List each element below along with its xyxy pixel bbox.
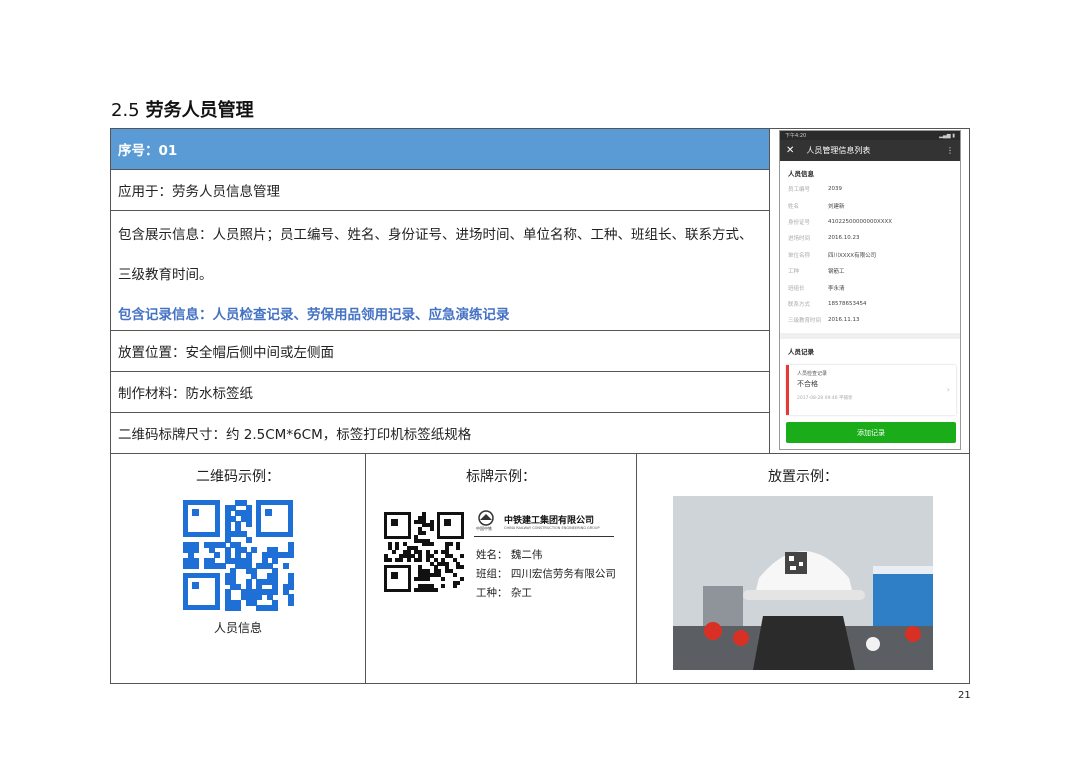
qr-caption: 人员信息 xyxy=(213,621,262,635)
examples-row: 二维码示例： 人员信息 标牌示例： 中国中铁 中铁建工集团有限公司 CHINA … xyxy=(111,453,969,684)
field-row: 进场时间 2016.10.23 xyxy=(780,230,960,246)
phone-screenshot-cell: 下午4:20 ▂▄▆ ▮ ✕ 人员管理信息列表 ⋮ 人员信息 员工编号 2039 姓… xyxy=(769,129,969,453)
badge-example-cell: 标牌示例： 中国中铁 中铁建工集团有限公司 CHINA RAILWAY CONS… xyxy=(365,454,636,684)
field-key: 联系方式 xyxy=(788,301,811,308)
field-list: 员工编号 2039 姓名 刘建新身份证号 41022500000000XXXX 进场时间 2… xyxy=(780,181,960,329)
placement-row: 放置位置：安全帽后侧中间或左侧面 xyxy=(111,331,769,372)
company-logo-icon xyxy=(478,510,494,526)
field-row: 员工编号 2039 xyxy=(780,181,960,197)
field-value: 刘建新 xyxy=(828,203,845,210)
qr-example-header: 二维码示例： xyxy=(196,469,280,485)
display-info-line1: 包含展示信息：人员照片；员工编号、姓名、身份证号、进场时间、单位名称、工种、班组… xyxy=(118,227,753,243)
spec-table: 序号：01 应用于：劳务人员信息管理 包含展示信息：人员照片；员工编号、姓名、身… xyxy=(110,128,970,684)
field-row: 单位名称 四川XXXX有限公司 xyxy=(780,247,960,263)
field-value: 18578653454 xyxy=(828,300,867,307)
company-name-en: CHINA RAILWAY CONSTRUCTION ENGINEERING G… xyxy=(504,526,600,530)
records-section-title: 人员记录 xyxy=(788,347,814,356)
badge-label: 中国中铁 中铁建工集团有限公司 CHINA RAILWAY CONSTRUCTI… xyxy=(374,502,629,607)
serial-text: 序号：01 xyxy=(118,143,178,159)
records-info-line: 包含记录信息：人员检查记录、劳保用品领用记录、应急演练记录 xyxy=(118,307,510,323)
field-value: 钢筋工 xyxy=(828,269,845,276)
field-row: 三级教育时间 2016.11.13 xyxy=(780,312,960,328)
field-value: 李永清 xyxy=(828,285,845,292)
applies-to-text: 应用于：劳务人员信息管理 xyxy=(118,184,280,200)
badge-qr-code-icon xyxy=(384,512,465,593)
company-name: 中铁建工集团有限公司 xyxy=(504,516,595,526)
placement-text: 放置位置：安全帽后侧中间或左侧面 xyxy=(118,345,334,361)
qr-example-cell: 二维码示例： 人员信息 xyxy=(111,454,365,684)
phone-title: 人员管理信息列表 xyxy=(806,146,871,155)
field-value: 2016.10.23 xyxy=(828,235,860,242)
field-value: 2039 xyxy=(828,186,842,193)
field-key: 工种 xyxy=(788,269,800,276)
badge-divider xyxy=(474,536,614,537)
serial-row: 序号：01 xyxy=(111,129,769,170)
status-time: 下午4:20 xyxy=(785,133,807,139)
signal-icon: ▂▄▆ ▮ xyxy=(939,132,955,139)
close-icon[interactable]: ✕ xyxy=(786,145,794,156)
field-key: 姓名 xyxy=(788,203,800,210)
brand-text: 中国中铁 xyxy=(476,526,492,531)
field-value: 2016.11.13 xyxy=(828,317,860,324)
info-section-title: 人员信息 xyxy=(788,170,814,178)
size-row: 二维码标牌尺寸：约 2.5CM*6CM，标签打印机标签纸规格 xyxy=(111,413,769,453)
badge-trade: 工种： 杂工 xyxy=(476,587,532,599)
field-key: 员工编号 xyxy=(788,187,811,194)
chevron-right-icon: › xyxy=(946,384,950,394)
field-key: 班组长 xyxy=(788,285,805,292)
field-key: 身份证号 xyxy=(788,219,811,226)
record-meta: 2017-08-28 09:46 平铺状 xyxy=(797,395,853,401)
display-info-line2: 三级教育时间。 xyxy=(118,267,213,283)
badge-example-header: 标牌示例： xyxy=(466,469,536,485)
field-key: 三级教育时间 xyxy=(788,318,822,325)
record-type: 人员检查记录 xyxy=(797,370,828,377)
field-row: 联系方式 18578653454 xyxy=(780,296,960,312)
field-value: 41022500000000XXXX xyxy=(828,218,893,225)
material-text: 制作材料：防水标签纸 xyxy=(118,386,253,402)
record-result: 不合格 xyxy=(797,379,818,388)
field-key: 单位名称 xyxy=(788,252,811,259)
field-row: 工种 钢筋工 xyxy=(780,263,960,279)
field-key: 进场时间 xyxy=(788,236,811,243)
spec-rows: 序号：01 应用于：劳务人员信息管理 包含展示信息：人员照片；员工编号、姓名、身… xyxy=(111,129,769,453)
section-number: 2.5 xyxy=(111,100,140,121)
page-number: 21 xyxy=(958,690,971,701)
more-vertical-icon[interactable]: ⋮ xyxy=(946,146,954,155)
badge-name: 姓名： 魏二伟 xyxy=(476,549,543,561)
record-card[interactable]: 人员检查记录 不合格 2017-08-28 09:46 平铺状 › xyxy=(786,364,956,415)
field-row: 姓名 刘建新 xyxy=(780,197,960,213)
material-row: 制作材料：防水标签纸 xyxy=(111,372,769,413)
applies-to-row: 应用于：劳务人员信息管理 xyxy=(111,170,769,211)
section-title: 2.5 劳务人员管理 xyxy=(111,96,254,122)
placement-example-cell: 放置示例： xyxy=(636,454,969,684)
size-text: 二维码标牌尺寸：约 2.5CM*6CM，标签打印机标签纸规格 xyxy=(118,427,472,443)
badge-team: 班组： 四川宏信劳务有限公司 xyxy=(476,568,616,580)
phone-status-bar: 下午4:20 ▂▄▆ ▮ xyxy=(780,131,960,140)
placement-example-header: 放置示例： xyxy=(768,469,838,485)
field-row: 身份证号 41022500000000XXXX xyxy=(780,214,960,230)
helmet-photo xyxy=(673,496,933,670)
qr-code-icon xyxy=(183,500,294,611)
info-row: 包含展示信息：人员照片；员工编号、姓名、身份证号、进场时间、单位名称、工种、班组… xyxy=(111,211,769,331)
section-name: 劳务人员管理 xyxy=(145,100,254,121)
phone-screenshot: 下午4:20 ▂▄▆ ▮ ✕ 人员管理信息列表 ⋮ 人员信息 员工编号 2039 姓… xyxy=(779,130,961,450)
phone-title-bar: ✕ 人员管理信息列表 ⋮ xyxy=(780,140,960,161)
add-record-button[interactable]: 添加记录 xyxy=(786,422,956,443)
field-row: 班组长 李永清 xyxy=(780,279,960,295)
field-value: 四川XXXX有限公司 xyxy=(828,252,877,259)
